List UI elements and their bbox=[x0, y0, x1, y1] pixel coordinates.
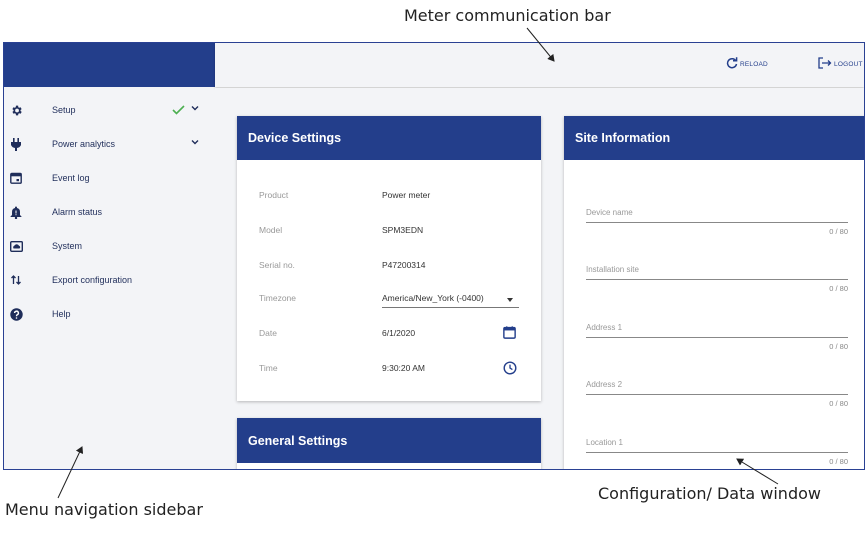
sidebar-item-alarm-status[interactable]: Alarm status bbox=[4, 195, 215, 229]
general-settings-title: General Settings bbox=[237, 418, 541, 463]
device-key: Date bbox=[259, 328, 277, 338]
device-name-field[interactable]: Device name 0 / 80 bbox=[586, 208, 848, 248]
reload-label: RELOAD bbox=[740, 60, 768, 68]
char-counter: 0 / 80 bbox=[829, 342, 848, 351]
field-label: Address 2 bbox=[586, 380, 623, 389]
sidebar-item-event-log[interactable]: Event log bbox=[4, 161, 215, 195]
device-value: P47200314 bbox=[382, 260, 426, 270]
bell-icon bbox=[9, 205, 23, 219]
field-label: Installation site bbox=[586, 265, 639, 274]
annotation-configuration-data-window: Configuration/ Data window bbox=[598, 484, 821, 503]
address-1-field[interactable]: Address 1 0 / 80 bbox=[586, 323, 848, 363]
sidebar-item-system[interactable]: System bbox=[4, 229, 215, 263]
field-underline bbox=[586, 279, 848, 280]
sidebar-item-label: Event log bbox=[52, 173, 90, 183]
sidebar-item-power-analytics[interactable]: Power analytics bbox=[4, 127, 215, 161]
device-row-date: Date 6/1/2020 bbox=[259, 324, 529, 344]
field-underline bbox=[586, 337, 848, 338]
device-row-timezone[interactable]: Timezone America/New_York (-0400) bbox=[259, 289, 529, 309]
device-value: SPM3EDN bbox=[382, 225, 424, 235]
logout-label: LOGOUT bbox=[834, 60, 863, 68]
device-key: Serial no. bbox=[259, 260, 295, 270]
annotation-meter-communication-bar: Meter communication bar bbox=[404, 6, 611, 25]
device-key: Time bbox=[259, 363, 278, 373]
installation-site-field[interactable]: Installation site 0 / 80 bbox=[586, 265, 848, 305]
transfer-arrows-icon bbox=[9, 273, 23, 287]
reload-button[interactable]: RELOAD bbox=[726, 57, 768, 71]
help-icon bbox=[9, 307, 23, 321]
menu-navigation-sidebar: Setup Power analytics Event log Alarm st… bbox=[4, 43, 215, 469]
char-counter: 0 / 80 bbox=[829, 227, 848, 236]
device-row-time: Time 9:30:20 AM bbox=[259, 359, 529, 379]
timezone-select[interactable]: America/New_York (-0400) bbox=[382, 293, 484, 303]
sidebar-item-export-configuration[interactable]: Export configuration bbox=[4, 263, 215, 297]
field-underline bbox=[586, 452, 848, 453]
sidebar-item-help[interactable]: Help bbox=[4, 297, 215, 331]
device-key: Product bbox=[259, 190, 289, 200]
field-underline bbox=[586, 222, 848, 223]
sidebar-header bbox=[4, 43, 215, 87]
device-row-serial: Serial no. P47200314 bbox=[259, 256, 529, 276]
site-information-title: Site Information bbox=[564, 116, 864, 160]
device-key: Timezone bbox=[259, 293, 297, 303]
sidebar-item-label: Power analytics bbox=[52, 139, 116, 149]
device-value: Power meter bbox=[382, 190, 431, 200]
calendar-picker-icon[interactable] bbox=[503, 326, 516, 341]
reload-icon bbox=[726, 57, 740, 71]
configuration-data-window: Device Settings Product Power meter Mode… bbox=[215, 88, 864, 469]
char-counter: 0 / 80 bbox=[829, 457, 848, 466]
char-counter: 0 / 80 bbox=[829, 284, 848, 293]
logout-button[interactable]: LOGOUT bbox=[818, 57, 863, 71]
system-icon bbox=[9, 239, 23, 253]
sidebar-item-label: Export configuration bbox=[52, 275, 133, 285]
check-icon bbox=[172, 102, 185, 118]
meter-communication-bar: RELOAD LOGOUT bbox=[215, 43, 864, 87]
timezone-underline bbox=[382, 307, 519, 308]
general-settings-card: General Settings bbox=[237, 418, 541, 469]
time-value: 9:30:20 AM bbox=[382, 363, 426, 373]
field-underline bbox=[586, 394, 848, 395]
field-label: Location 1 bbox=[586, 438, 623, 447]
device-row-model: Model SPM3EDN bbox=[259, 221, 529, 241]
date-value: 6/1/2020 bbox=[382, 328, 416, 338]
device-row-product: Product Power meter bbox=[259, 186, 529, 206]
clock-icon[interactable] bbox=[503, 361, 517, 377]
address-2-field[interactable]: Address 2 0 / 80 bbox=[586, 380, 848, 420]
annotation-menu-navigation-sidebar: Menu navigation sidebar bbox=[5, 500, 203, 519]
location-1-field[interactable]: Location 1 0 / 80 bbox=[586, 438, 848, 469]
calendar-icon bbox=[9, 171, 23, 185]
sidebar-item-setup[interactable]: Setup bbox=[4, 93, 215, 127]
logout-icon bbox=[818, 57, 834, 71]
device-key: Model bbox=[259, 225, 283, 235]
field-label: Address 1 bbox=[586, 323, 623, 332]
sidebar-item-label: Help bbox=[52, 309, 71, 319]
char-counter: 0 / 80 bbox=[829, 399, 848, 408]
chevron-down-icon[interactable] bbox=[190, 137, 200, 147]
sidebar-item-label: Alarm status bbox=[52, 207, 103, 217]
dropdown-caret-icon[interactable] bbox=[507, 298, 513, 302]
sidebar-nav: Setup Power analytics Event log Alarm st… bbox=[4, 87, 215, 331]
device-settings-card: Device Settings Product Power meter Mode… bbox=[237, 116, 541, 401]
field-label: Device name bbox=[586, 208, 633, 217]
app-screenshot-frame: Setup Power analytics Event log Alarm st… bbox=[3, 42, 865, 470]
device-settings-title: Device Settings bbox=[237, 116, 541, 160]
sidebar-item-label: System bbox=[52, 241, 83, 251]
plug-icon bbox=[9, 137, 23, 151]
site-information-card: Site Information Device name 0 / 80 Inst… bbox=[564, 116, 864, 469]
chevron-down-icon[interactable] bbox=[190, 103, 200, 113]
sidebar-item-label: Setup bbox=[52, 105, 76, 115]
gear-icon bbox=[9, 103, 23, 117]
